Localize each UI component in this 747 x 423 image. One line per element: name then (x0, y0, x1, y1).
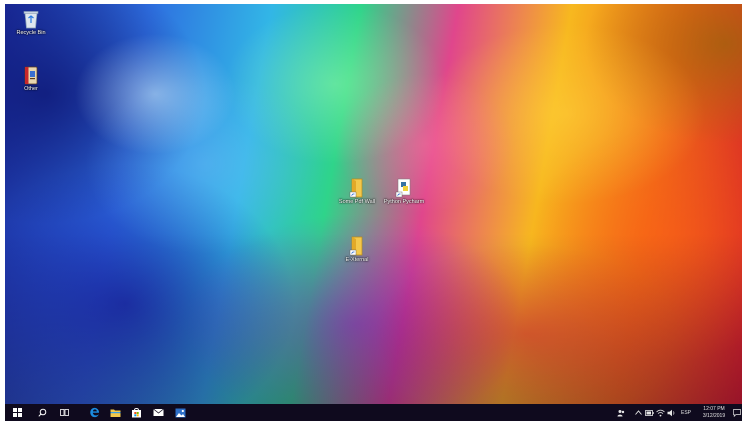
desktop-icon-some-pdf-wall[interactable]: Some Pdf Wall (335, 178, 379, 206)
start-button[interactable] (7, 404, 27, 421)
desktop-icon-label: Some Pdf Wall (338, 199, 376, 205)
store-icon (131, 408, 141, 418)
desktop-icon-label: Python Pycharm (383, 199, 425, 205)
search-button[interactable] (32, 404, 52, 421)
edge-icon (89, 407, 99, 418)
wifi-icon (655, 409, 665, 416)
windows-start-icon (12, 408, 22, 417)
desktop-screen: Recycle Bin Other Some Pdf Wall Python P… (5, 4, 742, 421)
photos-icon (175, 408, 185, 417)
book-icon (24, 66, 38, 85)
task-view-icon (59, 409, 69, 416)
mail-icon (152, 408, 164, 416)
clock-time: 12:07 PM (703, 406, 725, 412)
edge-button[interactable] (84, 404, 104, 421)
people-tray-button[interactable] (615, 404, 627, 421)
clock-date: 3/12/2019 (702, 412, 726, 419)
volume-tray-button[interactable] (666, 404, 676, 421)
people-icon (617, 409, 625, 416)
file-explorer-button[interactable] (105, 404, 125, 421)
python-icon (395, 178, 411, 198)
language-indicator: ESP (680, 409, 691, 416)
mail-button[interactable] (148, 404, 168, 421)
action-center-button[interactable] (731, 404, 742, 421)
folder-shortcut-icon (349, 236, 363, 256)
search-icon (37, 408, 46, 417)
battery-icon (644, 409, 654, 416)
battery-tray-button[interactable] (644, 404, 654, 421)
wallpaper-shade (5, 4, 742, 421)
store-button[interactable] (126, 404, 146, 421)
desktop-icon-label: Other (24, 86, 38, 92)
input-language-button[interactable]: ESP (678, 404, 694, 421)
desktop-icon-e-xternal[interactable]: E-Xternal (335, 236, 379, 264)
desktop-icon-python-pycharm[interactable]: Python Pycharm (382, 178, 426, 206)
file-explorer-icon (110, 409, 120, 417)
show-hidden-icons-button[interactable] (633, 404, 643, 421)
recycle-bin-icon (23, 11, 39, 29)
clock-button[interactable]: 12:07 PM 3/12/2019 (699, 406, 729, 419)
taskbar: ESP 12:07 PM 3/12/2019 (5, 404, 742, 421)
network-tray-button[interactable] (655, 404, 665, 421)
folder-icon (349, 178, 363, 198)
desktop-icon-other[interactable]: Other (9, 66, 53, 93)
speaker-icon (667, 409, 674, 416)
notification-icon (732, 408, 741, 417)
desktop-icon-label: Recycle Bin (16, 30, 46, 36)
desktop-icon-recycle-bin[interactable]: Recycle Bin (9, 9, 53, 37)
photos-button[interactable] (170, 404, 190, 421)
task-view-button[interactable] (54, 404, 74, 421)
chevron-up-icon (634, 410, 642, 415)
desktop-icon-label: E-Xternal (345, 257, 369, 263)
